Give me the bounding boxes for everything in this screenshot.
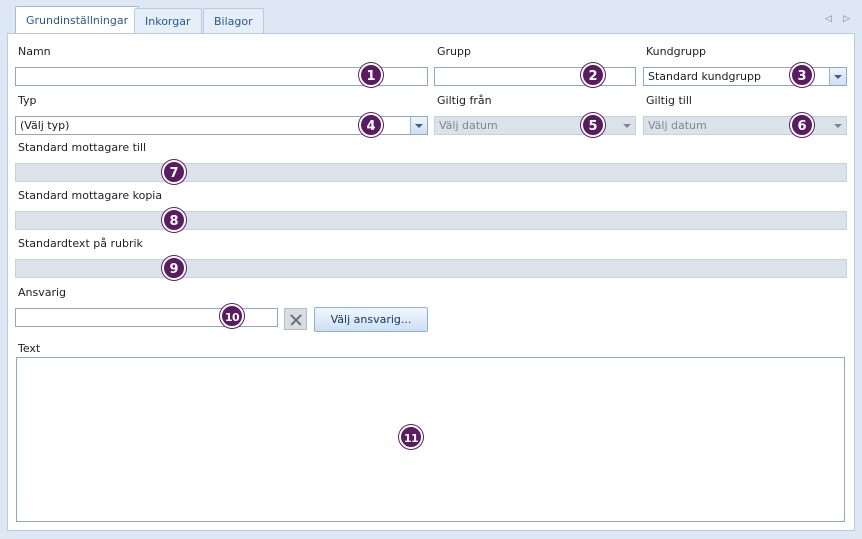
marker-9: 9 xyxy=(162,256,186,280)
ansvarig-label: Ansvarig xyxy=(18,286,67,299)
mottagare-kopia-field[interactable] xyxy=(15,211,847,230)
marker-2: 2 xyxy=(581,63,605,87)
mottagare-till-label: Standard mottagare till xyxy=(18,141,147,154)
mottagare-till-field[interactable] xyxy=(15,163,847,182)
marker-10: 10 xyxy=(220,304,244,328)
chevron-down-icon[interactable] xyxy=(623,124,631,128)
marker-6: 6 xyxy=(790,113,814,137)
tab-grundinstallningar[interactable]: Grundinställningar xyxy=(15,6,140,34)
chevron-down-icon[interactable] xyxy=(829,68,846,85)
chevron-left-icon[interactable]: ◁ xyxy=(824,14,833,24)
giltig-till-label: Giltig till xyxy=(646,94,692,107)
chevron-right-icon[interactable]: ▷ xyxy=(842,14,851,24)
namn-label: Namn xyxy=(18,45,51,58)
giltig-fran-date[interactable]: Välj datum xyxy=(434,116,636,135)
standardtext-label: Standardtext på rubrik xyxy=(18,237,143,250)
marker-7: 7 xyxy=(162,160,186,184)
grupp-label: Grupp xyxy=(437,45,471,58)
marker-8: 8 xyxy=(162,208,186,232)
tab-strip: Grundinställningar Inkorgar Bilagor ◁ ▷ xyxy=(0,0,862,35)
standardtext-field[interactable] xyxy=(15,259,847,278)
close-icon[interactable] xyxy=(284,308,307,330)
typ-label: Typ xyxy=(18,94,37,107)
giltig-fran-label: Giltig från xyxy=(437,94,492,107)
marker-1: 1 xyxy=(359,63,383,87)
marker-4: 4 xyxy=(359,113,383,137)
marker-11: 11 xyxy=(399,425,423,449)
tab-inkorgar[interactable]: Inkorgar xyxy=(134,8,202,34)
kundgrupp-value: Standard kundgrupp xyxy=(648,70,761,83)
giltig-till-date[interactable]: Välj datum xyxy=(643,116,847,135)
chevron-down-icon[interactable] xyxy=(410,117,427,134)
marker-5: 5 xyxy=(581,113,605,137)
text-label: Text xyxy=(18,342,41,355)
chevron-down-icon[interactable] xyxy=(834,124,842,128)
mottagare-kopia-label: Standard mottagare kopia xyxy=(18,189,163,202)
typ-value: (Välj typ) xyxy=(20,119,70,132)
valj-ansvarig-button[interactable]: Välj ansvarig... xyxy=(314,307,428,332)
kundgrupp-select[interactable]: Standard kundgrupp xyxy=(643,67,847,86)
kundgrupp-label: Kundgrupp xyxy=(646,45,707,58)
text-area[interactable] xyxy=(16,357,845,522)
grupp-input[interactable] xyxy=(434,67,636,86)
marker-3: 3 xyxy=(790,63,814,87)
tab-bilagor[interactable]: Bilagor xyxy=(203,8,264,34)
